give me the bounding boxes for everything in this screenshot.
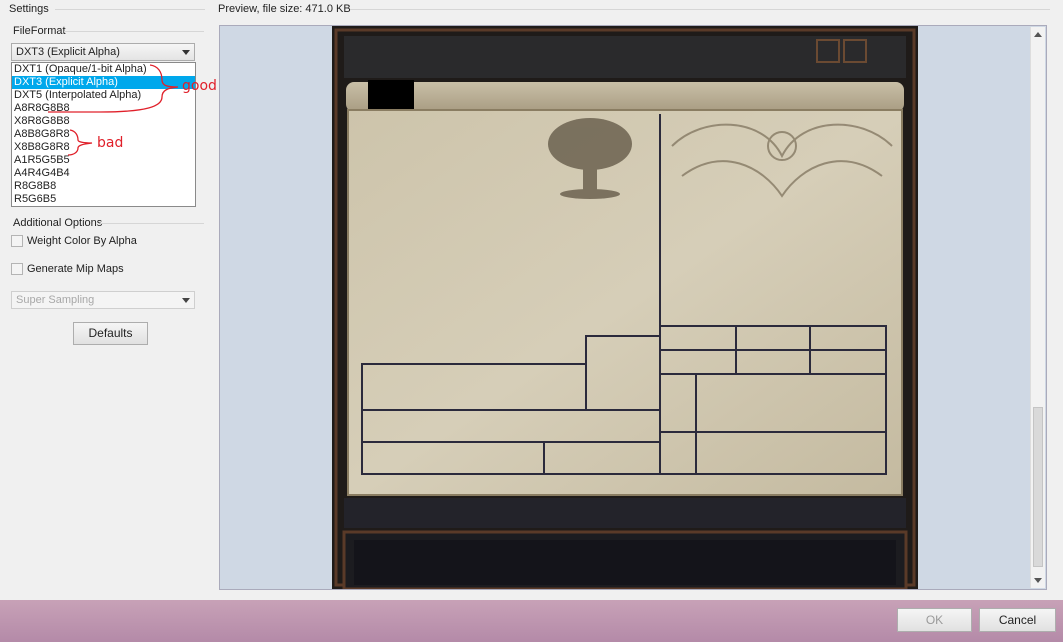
weight-color-label: Weight Color By Alpha — [27, 235, 137, 247]
additional-options-separator — [100, 223, 204, 224]
format-option-a4r4g4b4[interactable]: A4R4G4B4 — [12, 167, 195, 180]
file-format-separator — [64, 31, 204, 32]
format-option-r8g8b8[interactable]: R8G8B8 — [12, 180, 195, 193]
preview-title: Preview, file size: 471.0 KB — [218, 3, 351, 15]
chevron-down-icon — [182, 298, 190, 303]
file-format-combobox[interactable]: DXT3 (Explicit Alpha) — [11, 43, 195, 61]
annotation-bad: bad — [97, 135, 124, 151]
format-option-x8r8g8b8[interactable]: X8R8G8B8 — [12, 115, 195, 128]
additional-options-label: Additional Options — [13, 217, 103, 229]
mip-filter-combobox: Super Sampling — [11, 291, 195, 309]
format-option-a1r5g5b5[interactable]: A1R5G5B5 — [12, 154, 195, 167]
cancel-button[interactable]: Cancel — [979, 608, 1056, 632]
format-option-dxt1[interactable]: DXT1 (Opaque/1-bit Alpha) — [12, 63, 195, 76]
scroll-down-icon[interactable] — [1034, 578, 1042, 583]
defaults-button[interactable]: Defaults — [73, 322, 148, 345]
scroll-up-icon[interactable] — [1034, 32, 1042, 37]
mip-maps-option[interactable]: Generate Mip Maps — [11, 263, 124, 275]
preview-scrollbar[interactable] — [1030, 27, 1045, 588]
weight-color-checkbox[interactable] — [11, 235, 23, 247]
annotation-good: good — [182, 78, 217, 94]
texture-preview-image — [332, 26, 918, 589]
format-option-dxt5[interactable]: DXT5 (Interpolated Alpha) — [12, 89, 195, 102]
scroll-thumb[interactable] — [1033, 407, 1043, 567]
chevron-down-icon[interactable] — [182, 50, 190, 55]
ok-button[interactable]: OK — [897, 608, 972, 632]
dds-export-dialog: Settings FileFormat DXT3 (Explicit Alpha… — [0, 0, 1063, 600]
mip-maps-checkbox[interactable] — [11, 263, 23, 275]
settings-group-title: Settings — [9, 3, 49, 15]
file-format-selected-value: DXT3 (Explicit Alpha) — [16, 46, 120, 58]
weight-color-option[interactable]: Weight Color By Alpha — [11, 235, 137, 247]
mip-maps-label: Generate Mip Maps — [27, 263, 124, 275]
mip-filter-selected-value: Super Sampling — [16, 294, 95, 306]
format-option-a8r8g8b8[interactable]: A8R8G8B8 — [12, 102, 195, 115]
preview-separator — [350, 9, 1050, 10]
settings-separator — [55, 9, 205, 10]
file-format-label: FileFormat — [13, 25, 66, 37]
format-option-r5g6b5[interactable]: R5G6B5 — [12, 193, 195, 206]
format-option-dxt3[interactable]: DXT3 (Explicit Alpha) — [12, 76, 195, 89]
preview-viewport[interactable] — [219, 25, 1047, 590]
